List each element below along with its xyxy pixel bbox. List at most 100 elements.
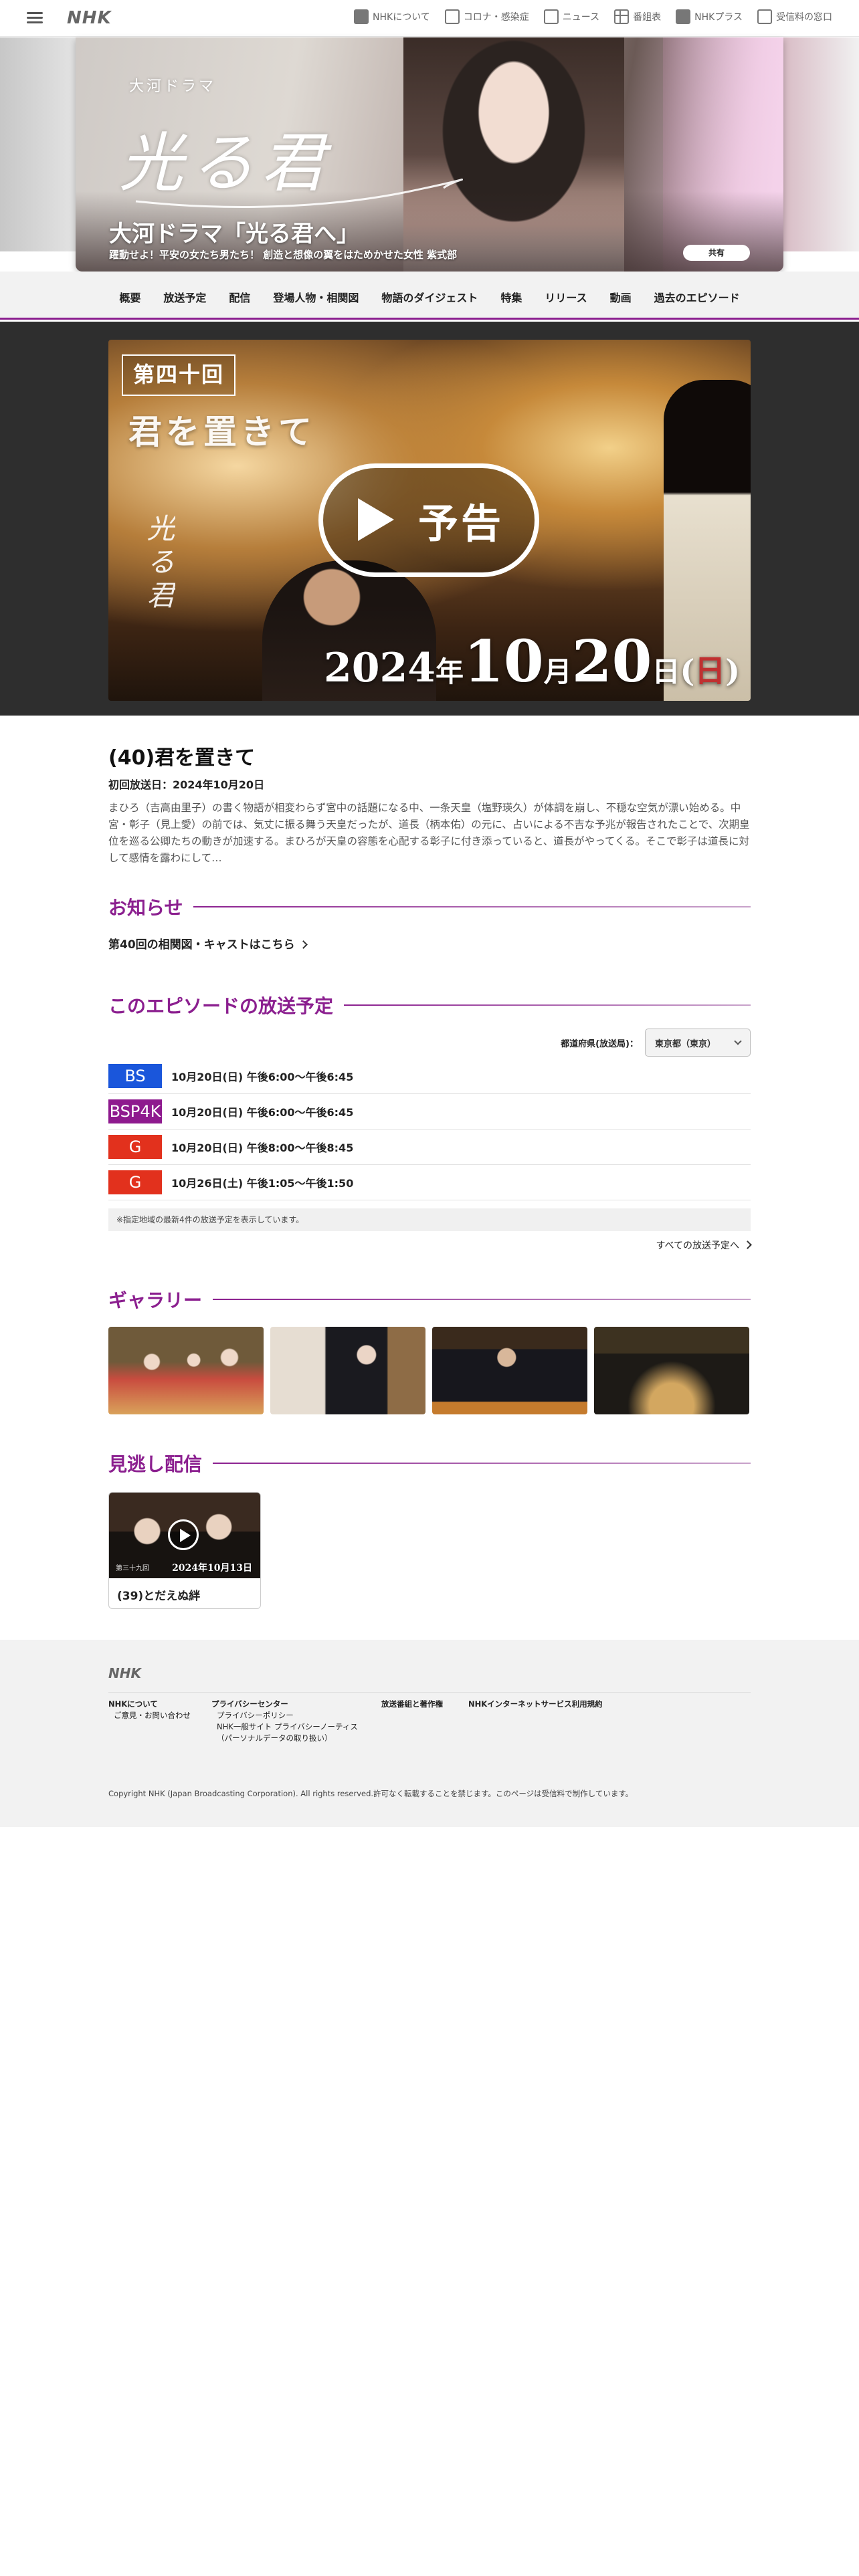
prefecture-value: 東京都（東京） (655, 1039, 717, 1049)
schedule-row: BS 10月20日(日) 午後6:00〜午後6:45 (108, 1059, 751, 1094)
schedule-time: 10月20日(日) 午後8:00〜午後8:45 (171, 1142, 354, 1154)
nav-release[interactable]: リリース (545, 289, 587, 305)
trailer-video[interactable]: 第四十回 君を置きて 光る君 予告 2024年10月20日(日) (108, 340, 751, 701)
vod-date-overlay: 2024年10月13日 (172, 1563, 252, 1574)
date-day: 20 (571, 628, 652, 695)
global-header: NHK NHKについて コロナ・感染症 ニュース 番組表 NHKプラス 受信料の… (0, 0, 859, 37)
news-icon (543, 9, 559, 24)
nav-past-episodes[interactable]: 過去のエピソード (654, 289, 740, 305)
all-schedule-label: すべての放送予定へ (656, 1241, 739, 1251)
correlation-chart-link[interactable]: 第40回の相関図・キャストはこちら (108, 935, 751, 952)
play-icon (168, 1519, 199, 1550)
nav-characters[interactable]: 登場人物・相関図 (273, 289, 359, 305)
nav-schedule[interactable]: 放送予定 (163, 289, 206, 305)
footer-col-privacy: プライバシーセンター プライバシーポリシー NHK一般サイト プライバシーノーテ… (211, 1699, 358, 1744)
chevron-right-icon (298, 940, 308, 949)
vod-title: 見逃し配信 (108, 1453, 203, 1475)
channel-badge-bs: BS (108, 1064, 162, 1088)
all-schedule-link[interactable]: すべての放送予定へ (108, 1239, 752, 1252)
footer-link-contact[interactable]: ご意見・お問い合わせ (108, 1710, 191, 1721)
episode-synopsis: まひろ（吉高由里子）の書く物語が相変わらず宮中の話題になる中、一条天皇（塩野瑛久… (108, 802, 750, 864)
gallery-grid (108, 1327, 751, 1414)
nhk-icon (354, 9, 369, 24)
footer-link-privacy-center[interactable]: プライバシーセンター (211, 1699, 358, 1710)
tv-icon (757, 9, 772, 24)
channel-badge-bsp4k: BSP4K (108, 1099, 162, 1123)
first-air-date: 初回放送日：2024年10月20日 (108, 778, 265, 791)
link-fee[interactable]: 受信料の窓口 (757, 9, 832, 24)
link-label: 受信料の窓口 (776, 12, 832, 23)
schedule-section-title: このエピソードの放送予定 (108, 992, 751, 1018)
prefecture-label: 都道府県(放送局)： (561, 1039, 638, 1049)
link-program-guide[interactable]: 番組表 (614, 9, 661, 24)
episode-heading: (40)君を置きて (108, 746, 256, 770)
link-about-nhk[interactable]: NHKについて (354, 9, 430, 24)
divider (193, 906, 751, 907)
nhk-logo[interactable]: NHK (67, 8, 112, 28)
share-button[interactable]: 共有 (683, 245, 750, 261)
divider (213, 1299, 751, 1300)
schedule-time: 10月20日(日) 午後6:00〜午後6:45 (171, 1071, 354, 1083)
vod-episode-overlay: 第三十九回 (116, 1565, 149, 1572)
footer-link-copyright[interactable]: 放送番組と著作権 (381, 1699, 443, 1710)
footer-nhk-logo[interactable]: NHK (108, 1665, 141, 1681)
link-news[interactable]: ニュース (543, 9, 600, 24)
date-paren-close: ) (725, 653, 740, 689)
schedule-row: G 10月26日(土) 午後1:05〜午後1:50 (108, 1165, 751, 1200)
schedule-title: このエピソードの放送予定 (108, 995, 334, 1017)
gallery-image[interactable] (594, 1327, 749, 1414)
schedule-list: BS 10月20日(日) 午後6:00〜午後6:45 BSP4K 10月20日(… (108, 1059, 751, 1200)
link-nhk-plus[interactable]: NHKプラス (676, 9, 743, 24)
grid-icon (614, 9, 630, 24)
nav-videos[interactable]: 動画 (610, 289, 632, 305)
episode-title-overlay: 君を置きて (128, 412, 316, 451)
footer-col-terms: NHKインターネットサービス利用規約 (468, 1699, 603, 1710)
prefecture-row: 都道府県(放送局)： 東京都（東京） (108, 1029, 751, 1057)
gallery-image[interactable] (108, 1327, 264, 1414)
nhk-plus-icon (676, 9, 691, 24)
hero-banner: 大河ドラマ 光る君 大河ドラマ「光る君へ」 躍動せよ！平安の女たち男たち！ 創造… (76, 37, 783, 272)
date-month: 10 (464, 628, 544, 695)
footer-link-about[interactable]: NHKについて (108, 1699, 191, 1710)
broadcast-date-overlay: 2024年10月20日(日) (324, 628, 740, 695)
footer-link-privacy-policy[interactable]: プライバシーポリシー (211, 1710, 358, 1721)
vod-card-title: (39)とだえぬ絆 (117, 1590, 201, 1603)
hero-small-title: 大河ドラマ (129, 78, 217, 95)
link-corona[interactable]: コロナ・感染症 (444, 9, 529, 24)
schedule-row: BSP4K 10月20日(日) 午後6:00〜午後6:45 (108, 1094, 751, 1130)
chevron-right-icon (743, 1241, 752, 1249)
prefecture-select[interactable]: 東京都（東京） (645, 1029, 751, 1057)
footer-col-about: NHKについて ご意見・お問い合わせ (108, 1699, 191, 1721)
vod-card[interactable]: 第三十九回 2024年10月13日 (39)とだえぬ絆 (108, 1492, 261, 1609)
footer-divider (108, 1692, 751, 1693)
footer-col-copyright: 放送番組と著作権 (381, 1699, 443, 1710)
footer-link-privacy-notice[interactable]: NHK一般サイト プライバシーノーティス (211, 1721, 358, 1733)
gallery-image[interactable] (270, 1327, 425, 1414)
news-link-label: 第40回の相関図・キャストはこちら (108, 938, 295, 952)
schedule-row: G 10月20日(日) 午後8:00〜午後8:45 (108, 1130, 751, 1165)
document-icon (444, 9, 460, 24)
nav-digest[interactable]: 物語のダイジェスト (381, 289, 478, 305)
nav-overview[interactable]: 概要 (119, 289, 140, 305)
date-year: 2024 (324, 645, 436, 691)
date-year-unit: 年 (436, 655, 464, 688)
hero-side-left (0, 37, 80, 251)
date-month-unit: 月 (543, 655, 572, 688)
nav-features[interactable]: 特集 (500, 289, 522, 305)
schedule-time: 10月20日(日) 午後6:00〜午後6:45 (171, 1106, 354, 1119)
play-trailer-button[interactable]: 予告 (318, 463, 539, 577)
footer-link-personal-data[interactable]: （パーソナルデータの取り扱い） (211, 1733, 358, 1744)
footer-link-terms[interactable]: NHKインターネットサービス利用規約 (468, 1699, 603, 1710)
menu-icon[interactable] (27, 9, 43, 25)
divider (344, 1004, 751, 1006)
gallery-image[interactable] (432, 1327, 587, 1414)
gallery-title: ギャラリー (108, 1289, 203, 1311)
date-paren-open: ( (680, 653, 695, 689)
footer: NHK NHKについて ご意見・お問い合わせ プライバシーセンター プライバシー… (0, 1640, 859, 1827)
date-weekday: 日 (694, 653, 726, 689)
channel-badge-g: G (108, 1135, 162, 1159)
link-label: ニュース (562, 12, 600, 23)
nav-streaming[interactable]: 配信 (229, 289, 250, 305)
channel-badge-g: G (108, 1170, 162, 1194)
play-icon (358, 498, 394, 541)
